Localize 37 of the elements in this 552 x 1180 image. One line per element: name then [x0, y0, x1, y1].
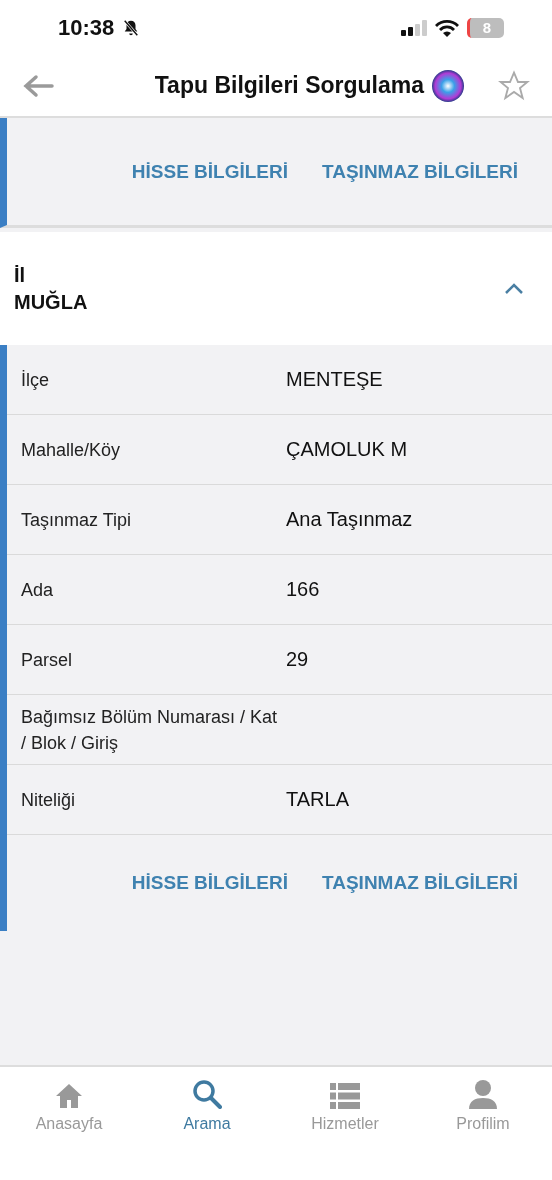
field-label: İlçe — [21, 368, 50, 392]
section-link[interactable]: HİSSE BİLGİLERİ — [131, 872, 289, 894]
page-title: Tapu Bilgileri Sorgulama — [154, 72, 424, 99]
field-value: ÇAMOLUK M — [286, 438, 408, 461]
field-value: Ana Taşınmaz — [286, 508, 413, 531]
field-label: Ada — [21, 578, 55, 602]
section-link[interactable]: TAŞINMAZ BİLGİLERİ — [322, 160, 518, 183]
chevron-icon[interactable] — [504, 282, 524, 295]
tab-item[interactable]: Profilim — [414, 1075, 552, 1133]
field-value: MENTEŞE — [286, 368, 383, 391]
wifi-icon — [435, 18, 459, 37]
signal-icon — [401, 19, 427, 36]
field-label: İl — [14, 263, 27, 287]
field-value: TARLA — [286, 788, 349, 811]
field-value: 29 — [286, 648, 309, 671]
tab-item[interactable]: Arama — [138, 1075, 276, 1133]
home-icon — [55, 1083, 83, 1109]
section-link[interactable]: TAŞINMAZ BİLGİLERİ — [322, 872, 518, 894]
field-value: 166 — [286, 578, 320, 601]
field-label: Niteliği — [21, 788, 77, 812]
tab-item[interactable]: Hizmetler — [276, 1075, 414, 1133]
orb-icon — [432, 69, 464, 102]
field-label: Parsel — [21, 648, 74, 672]
field-label: Mahalle/Köy — [21, 438, 122, 462]
field-label: Taşınmaz Tipi — [21, 508, 133, 532]
section-link[interactable]: HİSSE BİLGİLERİ — [131, 160, 289, 183]
search-icon — [192, 1079, 222, 1109]
muted-bell-icon — [122, 18, 141, 37]
back-arrow-icon[interactable] — [22, 73, 54, 98]
tab-item[interactable]: Anasayfa — [0, 1075, 138, 1133]
list-icon — [330, 1083, 360, 1109]
status-time: 10:38 — [58, 14, 115, 41]
favorite-star-icon[interactable] — [498, 69, 530, 102]
person-icon — [468, 1079, 498, 1109]
field-value: MUĞLA — [14, 290, 88, 314]
battery-indicator: 8 — [467, 17, 504, 38]
field-label: Bağımsız Bölüm Numarası / Kat / Blok / Giriş — [21, 705, 279, 755]
